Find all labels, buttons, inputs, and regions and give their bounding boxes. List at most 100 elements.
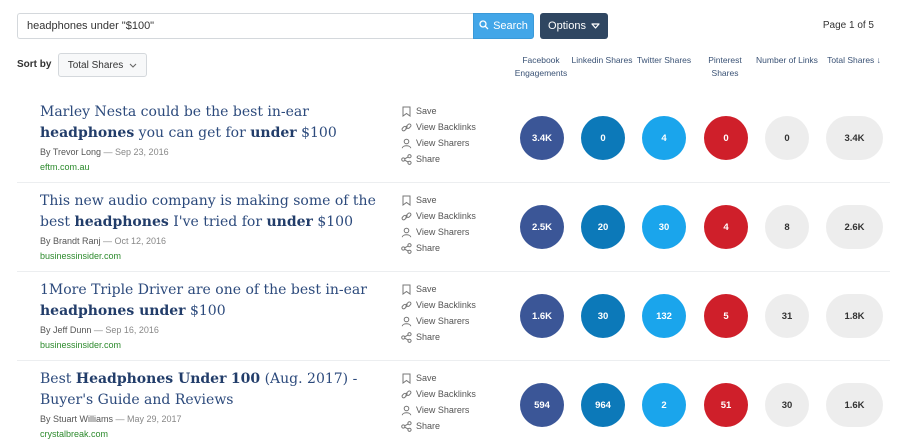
title-segment: Marley Nesta could be the best in-ear <box>40 104 309 120</box>
user-icon <box>401 405 412 416</box>
total-shares-count[interactable]: 1.8K <box>826 294 883 338</box>
linkedin-shares-count[interactable]: 0 <box>581 116 625 160</box>
column-header-linkedin[interactable]: Linkedin Shares <box>571 54 633 67</box>
search-input[interactable] <box>17 13 473 39</box>
view-backlinks-action[interactable]: View Backlinks <box>401 386 476 402</box>
title-segment: under <box>250 125 297 141</box>
page-indicator: Page 1 of 5 <box>822 20 874 31</box>
save-action[interactable]: Save <box>401 281 476 297</box>
save-action[interactable]: Save <box>401 103 476 119</box>
article-title-link[interactable]: Best Headphones Under 100 (Aug. 2017) - … <box>40 369 385 411</box>
twitter-shares-count[interactable]: 132 <box>642 294 686 338</box>
view-backlinks-action[interactable]: View Backlinks <box>401 297 476 313</box>
total-shares-count[interactable]: 3.4K <box>826 116 883 160</box>
author-name: By Stuart Williams <box>40 414 114 424</box>
domain-link[interactable]: eftm.com.au <box>40 162 90 172</box>
view-backlinks-label: View Backlinks <box>416 122 476 132</box>
view-backlinks-action[interactable]: View Backlinks <box>401 208 476 224</box>
article-title-link[interactable]: 1More Triple Driver are one of the best … <box>40 280 385 322</box>
save-action[interactable]: Save <box>401 370 476 386</box>
byline: By Trevor Long — Sep 23, 2016 <box>40 147 169 157</box>
result-row: Best Headphones Under 100 (Aug. 2017) - … <box>0 361 900 440</box>
view-backlinks-label: View Backlinks <box>416 300 476 310</box>
facebook-engagements-count[interactable]: 2.5K <box>520 205 564 249</box>
linkedin-shares-count[interactable]: 964 <box>581 383 625 427</box>
share-action[interactable]: Share <box>401 240 476 256</box>
sort-select[interactable]: Total Shares <box>58 53 147 77</box>
view-sharers-label: View Sharers <box>416 138 470 148</box>
save-action[interactable]: Save <box>401 192 476 208</box>
total-shares-count[interactable]: 2.6K <box>826 205 883 249</box>
number-of-links-count[interactable]: 0 <box>765 116 809 160</box>
share-label: Share <box>416 154 441 164</box>
save-label: Save <box>416 284 437 294</box>
share-action[interactable]: Share <box>401 418 476 434</box>
title-segment: 100 <box>230 371 261 387</box>
title-segment: headphones <box>74 214 169 230</box>
result-row: 1More Triple Driver are one of the best … <box>0 272 900 361</box>
search-button[interactable]: Search <box>473 13 534 39</box>
share-label: Share <box>416 421 441 431</box>
title-segment: $100 <box>312 214 354 230</box>
column-header-twitter[interactable]: Twitter Shares <box>633 54 695 67</box>
save-label: Save <box>416 373 437 383</box>
view-backlinks-action[interactable]: View Backlinks <box>401 119 476 135</box>
row-actions: Save View Backlinks View Sharers Share <box>401 281 476 345</box>
bookmark-icon <box>401 106 412 117</box>
facebook-engagements-count[interactable]: 3.4K <box>520 116 564 160</box>
view-sharers-action[interactable]: View Sharers <box>401 313 476 329</box>
save-label: Save <box>416 106 437 116</box>
view-sharers-action[interactable]: View Sharers <box>401 135 476 151</box>
title-segment: headphones under <box>40 303 186 319</box>
column-header-pinterest[interactable]: Pinterest Shares <box>694 54 756 80</box>
number-of-links-count[interactable]: 31 <box>765 294 809 338</box>
linkedin-shares-count[interactable]: 30 <box>581 294 625 338</box>
column-header-facebook[interactable]: Facebook Engagements <box>510 54 572 80</box>
number-of-links-count[interactable]: 30 <box>765 383 809 427</box>
publish-date: — Sep 16, 2016 <box>91 325 159 335</box>
view-sharers-action[interactable]: View Sharers <box>401 402 476 418</box>
column-header-links[interactable]: Number of Links <box>756 54 818 67</box>
domain-link[interactable]: crystalbreak.com <box>40 429 108 439</box>
title-segment: I've tried for <box>168 214 267 230</box>
title-segment: Headphones Under <box>75 371 227 387</box>
options-button[interactable]: Options <box>540 13 608 39</box>
share-icon <box>401 153 412 165</box>
twitter-shares-count[interactable]: 2 <box>642 383 686 427</box>
total-shares-count[interactable]: 1.6K <box>826 383 883 427</box>
title-segment: $100 <box>185 303 226 319</box>
row-actions: Save View Backlinks View Sharers Share <box>401 103 476 167</box>
column-header-total[interactable]: Total Shares ↓ <box>823 54 885 67</box>
chevron-down-icon <box>129 60 137 71</box>
domain-link[interactable]: businessinsider.com <box>40 340 121 350</box>
share-icon <box>401 420 412 432</box>
pinterest-shares-count[interactable]: 0 <box>704 116 748 160</box>
author-name: By Jeff Dunn <box>40 325 92 335</box>
pinterest-shares-count[interactable]: 51 <box>704 383 748 427</box>
link-icon <box>401 122 412 133</box>
title-segment: $100 <box>296 125 337 141</box>
title-segment: headphones <box>40 125 135 141</box>
share-icon <box>401 331 412 343</box>
number-of-links-count[interactable]: 8 <box>765 205 809 249</box>
linkedin-shares-count[interactable]: 20 <box>581 205 625 249</box>
row-actions: Save View Backlinks View Sharers Share <box>401 370 476 434</box>
facebook-engagements-count[interactable]: 1.6K <box>520 294 564 338</box>
share-label: Share <box>416 243 441 253</box>
link-icon <box>401 389 412 400</box>
twitter-shares-count[interactable]: 30 <box>642 205 686 249</box>
user-icon <box>401 227 412 238</box>
share-action[interactable]: Share <box>401 329 476 345</box>
share-action[interactable]: Share <box>401 151 476 167</box>
view-sharers-action[interactable]: View Sharers <box>401 224 476 240</box>
pinterest-shares-count[interactable]: 4 <box>704 205 748 249</box>
twitter-shares-count[interactable]: 4 <box>642 116 686 160</box>
article-title-link[interactable]: This new audio company is making some of… <box>40 191 385 233</box>
domain-link[interactable]: businessinsider.com <box>40 251 121 261</box>
pinterest-shares-count[interactable]: 5 <box>704 294 748 338</box>
title-segment: Best <box>40 371 76 387</box>
search-icon <box>479 19 489 33</box>
byline: By Jeff Dunn — Sep 16, 2016 <box>40 325 159 335</box>
facebook-engagements-count[interactable]: 594 <box>520 383 564 427</box>
article-title-link[interactable]: Marley Nesta could be the best in-ear he… <box>40 102 385 144</box>
